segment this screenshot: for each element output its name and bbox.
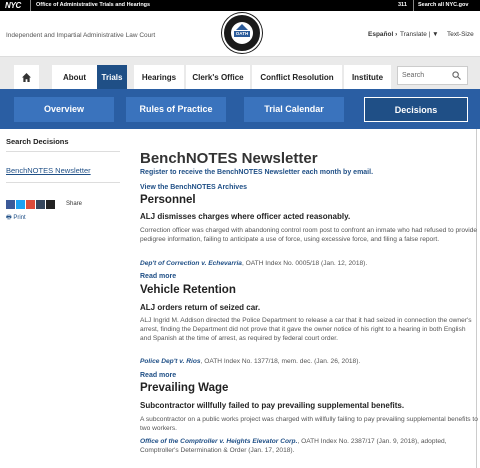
section-overview[interactable]: Overview [14,97,114,122]
section-body: A subcontractor on a public works projec… [140,416,478,433]
section-heading: Prevailing Wage [140,382,229,394]
register-link[interactable]: Register to receive the BenchNOTES Newsl… [140,169,373,176]
email-icon[interactable] [46,200,55,209]
nav-clerks-office[interactable]: Clerk's Office [186,65,250,90]
office-name-link[interactable]: Office of Administrative Trials and Hear… [30,0,150,11]
case-cite-text: , OATH Index No. 0005/18 (Jan. 12, 2018)… [241,260,368,267]
building-icon [236,24,248,30]
read-more-link[interactable]: Read more [140,372,176,379]
sidebar-divider [6,151,120,152]
case-link[interactable]: Dep't of Correction v. Echevarria [140,260,242,267]
archives-link[interactable]: View the BenchNOTES Archives [140,184,247,191]
nyc-logo[interactable]: NYC [5,0,21,11]
section-heading: Personnel [140,194,196,206]
text-size-link[interactable]: Text-Size [447,31,474,38]
home-button[interactable] [14,65,39,90]
share-label: Share [66,201,83,207]
case-link[interactable]: Office of the Comptroller v. Heights Ele… [140,438,297,445]
section-trial-calendar[interactable]: Trial Calendar [244,97,344,122]
share-bar: Share [6,200,82,209]
page-title: BenchNOTES Newsletter [140,150,318,167]
nav-hearings[interactable]: Hearings [134,65,184,90]
home-icon [22,73,31,82]
311-link[interactable]: 311 [398,0,407,11]
print-label: Print [13,215,26,221]
nav-conflict-resolution[interactable]: Conflict Resolution [252,65,342,90]
translate-label: Translate [400,31,427,38]
sidebar-link-benchnotes[interactable]: BenchNOTES Newsletter [6,166,91,175]
translate-dropdown[interactable]: Translate | ▼ [400,31,439,38]
nav-trials[interactable]: Trials [97,65,127,90]
seal-label: OATH [234,31,250,37]
twitter-icon[interactable] [16,200,25,209]
search-input[interactable]: Search [397,66,468,85]
tumblr-icon[interactable] [36,200,45,209]
search-icon[interactable] [452,71,461,80]
search-placeholder: Search [402,72,425,79]
nav-institute[interactable]: Institute [344,65,391,90]
section-subheading: ALJ orders return of seized car. [140,303,261,312]
sidebar-divider [6,182,120,183]
espanol-label: Español [368,31,394,38]
oath-seal-logo[interactable]: OATH [222,13,262,53]
section-heading: Vehicle Retention [140,284,236,296]
main-nav: About Trials Hearings Clerk's Office Con… [0,56,480,90]
tagline: Independent and Impartial Administrative… [6,32,156,39]
caret-down-icon: ▼ [432,31,439,38]
section-subheading: ALJ dismisses charges where officer acte… [140,212,351,221]
section-rules-of-practice[interactable]: Rules of Practice [126,97,226,122]
google-plus-icon[interactable] [26,200,35,209]
site-header: Independent and Impartial Administrative… [0,11,480,56]
espanol-link[interactable]: Español › [368,31,397,38]
read-more-link[interactable]: Read more [140,273,176,280]
top-bar: NYC Office of Administrative Trials and … [0,0,480,22]
print-link[interactable]: 🖶 Print [6,213,26,223]
case-citation: Office of the Comptroller v. Heights Ele… [140,437,478,455]
sidebar-title[interactable]: Search Decisions [6,137,69,146]
facebook-icon[interactable] [6,200,15,209]
printer-icon: 🖶 [6,215,12,221]
section-subheading: Subcontractor willfully failed to pay pr… [140,401,405,410]
section-body: Correction officer was charged with aban… [140,227,478,244]
case-cite-text: , OATH Index No. 1377/18, mem. dec. (Jan… [200,358,361,365]
case-citation: Dep't of Correction v. Echevarria, OATH … [140,259,478,268]
section-nav: Overview Rules of Practice Trial Calenda… [0,89,480,129]
case-citation: Police Dep't v. Rios, OATH Index No. 137… [140,357,478,366]
section-body: ALJ Ingrid M. Addison directed the Polic… [140,317,472,343]
case-link[interactable]: Police Dep't v. Rios [140,358,201,365]
chevron-right-icon: › [395,31,398,38]
nav-about[interactable]: About [52,65,97,90]
section-decisions[interactable]: Decisions [364,97,468,122]
